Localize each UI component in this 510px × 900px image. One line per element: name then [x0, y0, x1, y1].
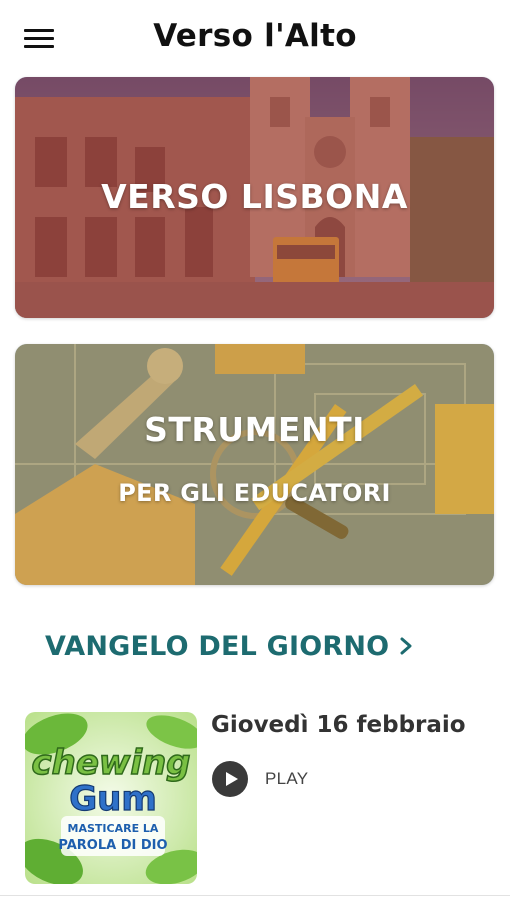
play-button[interactable]: PLAY — [211, 760, 308, 798]
svg-text:PAROLA DI DIO: PAROLA DI DIO — [58, 838, 167, 853]
chevron-right-icon — [400, 637, 412, 655]
gospel-date: Giovedì 16 febbraio — [211, 712, 466, 738]
card-verso-lisbona[interactable]: VERSO LISBONA — [15, 77, 494, 318]
app-header: Verso l'Alto — [0, 0, 510, 76]
card-strumenti-educatori[interactable]: STRUMENTI PER GLI EDUCATORI — [15, 344, 494, 585]
svg-text:chewing: chewing — [31, 743, 190, 783]
play-label: PLAY — [265, 769, 309, 788]
app-title: Verso l'Alto — [153, 18, 357, 54]
svg-text:Gum: Gum — [69, 779, 157, 819]
svg-text:MASTICARE LA: MASTICARE LA — [68, 822, 159, 835]
play-circle-icon — [212, 761, 248, 797]
tools-image — [15, 344, 494, 585]
chewing-gum-logo: chewing Gum MASTICARE LA PAROLA DI DIO — [25, 712, 197, 884]
vangelo-del-giorno-link[interactable]: VANGELO DEL GIORNO — [45, 626, 413, 666]
section-title-vangelo: VANGELO DEL GIORNO — [45, 630, 390, 662]
chewing-gum-thumbnail[interactable]: chewing Gum MASTICARE LA PAROLA DI DIO — [25, 712, 197, 884]
card-title-lisbona: VERSO LISBONA — [101, 177, 408, 216]
card-subtitle-educatori: PER GLI EDUCATORI — [118, 479, 391, 507]
card-title-strumenti: STRUMENTI — [144, 410, 365, 449]
list-divider — [0, 895, 510, 896]
